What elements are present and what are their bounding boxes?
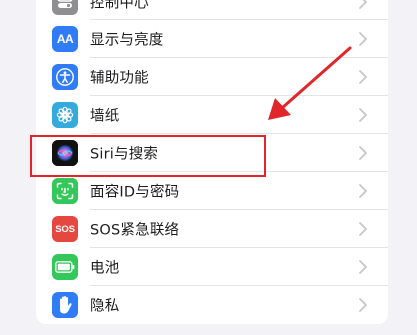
chevron-right-icon xyxy=(359,108,367,122)
settings-row-accessibility[interactable]: 辅助功能 xyxy=(36,58,388,96)
settings-row-display-brightness[interactable]: AA 显示与亮度 xyxy=(36,20,388,58)
face-id-icon xyxy=(52,178,78,204)
settings-row-wallpaper[interactable]: 墙纸 xyxy=(36,96,388,134)
display-brightness-icon: AA xyxy=(52,26,78,52)
settings-row-label: 墙纸 xyxy=(90,108,120,125)
settings-row-label: 显示与亮度 xyxy=(90,32,164,49)
chevron-right-icon xyxy=(359,184,367,198)
settings-row-control-center[interactable]: 控制中心 xyxy=(36,0,388,20)
settings-row-label: 面容ID与密码 xyxy=(90,184,180,201)
chevron-right-icon xyxy=(359,0,367,9)
battery-icon xyxy=(52,254,78,280)
control-center-icon xyxy=(52,0,78,15)
privacy-hand-icon xyxy=(52,292,78,318)
settings-row-label: 辅助功能 xyxy=(90,70,149,87)
chevron-right-icon xyxy=(359,70,367,84)
chevron-right-icon xyxy=(359,260,367,274)
settings-row-label: 电池 xyxy=(90,260,120,277)
sos-icon: SOS xyxy=(52,216,78,242)
highlight-box xyxy=(30,135,266,177)
settings-row-face-id[interactable]: 面容ID与密码 xyxy=(36,172,388,210)
sos-icon-glyph: SOS xyxy=(55,223,75,235)
accessibility-icon xyxy=(52,64,78,90)
settings-row-label: 隐私 xyxy=(90,298,120,315)
display-icon-glyph: AA xyxy=(56,32,74,46)
settings-row-battery[interactable]: 电池 xyxy=(36,248,388,286)
chevron-right-icon xyxy=(359,32,367,46)
wallpaper-icon xyxy=(52,102,78,128)
chevron-right-icon xyxy=(359,146,367,160)
settings-screen: 控制中心 AA 显示与亮度 辅助功能 墙纸 Siri与搜索 面容ID与密码 SO… xyxy=(0,0,417,335)
settings-row-label: SOS紧急联络 xyxy=(90,222,180,239)
settings-row-privacy[interactable]: 隐私 xyxy=(36,286,388,324)
chevron-right-icon xyxy=(359,222,367,236)
chevron-right-icon xyxy=(359,298,367,312)
settings-row-emergency-sos[interactable]: SOS SOS紧急联络 xyxy=(36,210,388,248)
settings-row-label: 控制中心 xyxy=(90,0,149,12)
